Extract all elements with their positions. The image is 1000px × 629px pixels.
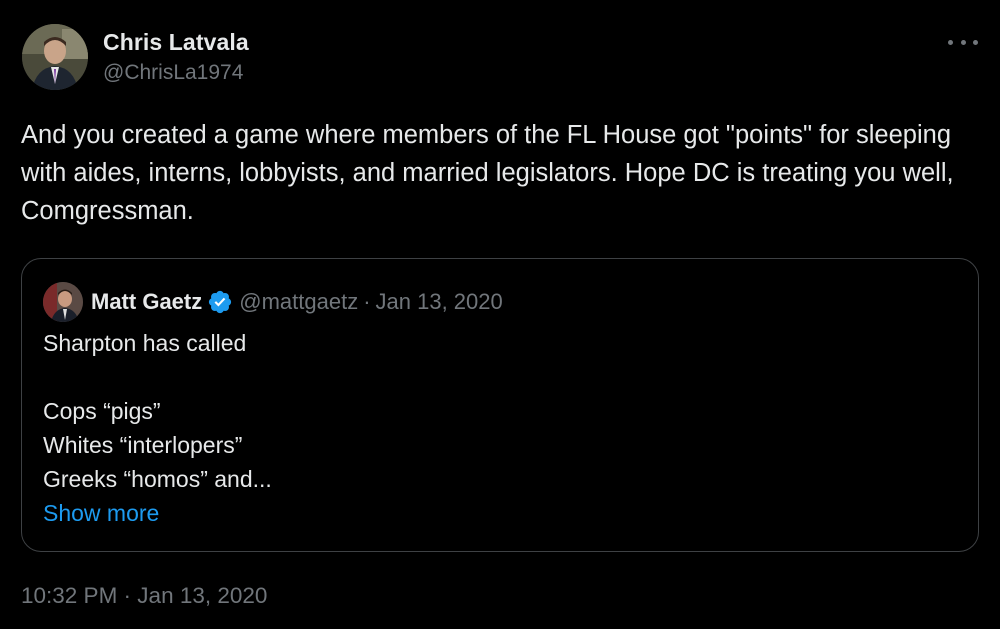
more-dot (960, 39, 966, 45)
quoted-line: Whites “interlopers” (43, 432, 243, 458)
author-info: Chris Latvala @ChrisLa1974 (103, 27, 249, 87)
quoted-tweet-header: Matt Gaetz @mattgaetz · Jan 13, 2020 (43, 282, 503, 322)
quoted-tweet-text: Sharpton has called Cops “pigs” Whites “… (43, 326, 272, 530)
quoted-author-handle: @mattgaetz (239, 289, 359, 314)
more-dot (948, 39, 953, 45)
quoted-line: Greeks “homos” and... (43, 466, 272, 492)
quoted-line: Cops “pigs” (43, 398, 161, 424)
author-name[interactable]: Chris Latvala (103, 27, 249, 57)
more-horizontal-icon[interactable] (948, 34, 978, 50)
author-handle[interactable]: @ChrisLa1974 (103, 59, 249, 87)
author-avatar[interactable] (22, 24, 88, 90)
quoted-author-avatar (43, 282, 83, 322)
show-more-link[interactable]: Show more (43, 496, 272, 530)
separator-dot: · (363, 289, 371, 314)
quoted-line (43, 360, 272, 394)
tweet-text: And you created a game where members of … (21, 121, 954, 225)
quoted-line: Sharpton has called (43, 330, 247, 356)
quoted-tweet[interactable]: Matt Gaetz @mattgaetz · Jan 13, 2020 Sha… (21, 258, 979, 552)
tweet: Chris Latvala @ChrisLa1974 And you creat… (0, 0, 1000, 629)
verified-badge-icon (209, 290, 232, 314)
quoted-tweet-date[interactable]: Jan 13, 2020 (376, 289, 503, 315)
quoted-author-name: Matt Gaetz (91, 289, 203, 314)
more-dot (973, 39, 978, 45)
tweet-timestamp[interactable]: 10:32 PM · Jan 13, 2020 (21, 580, 267, 612)
